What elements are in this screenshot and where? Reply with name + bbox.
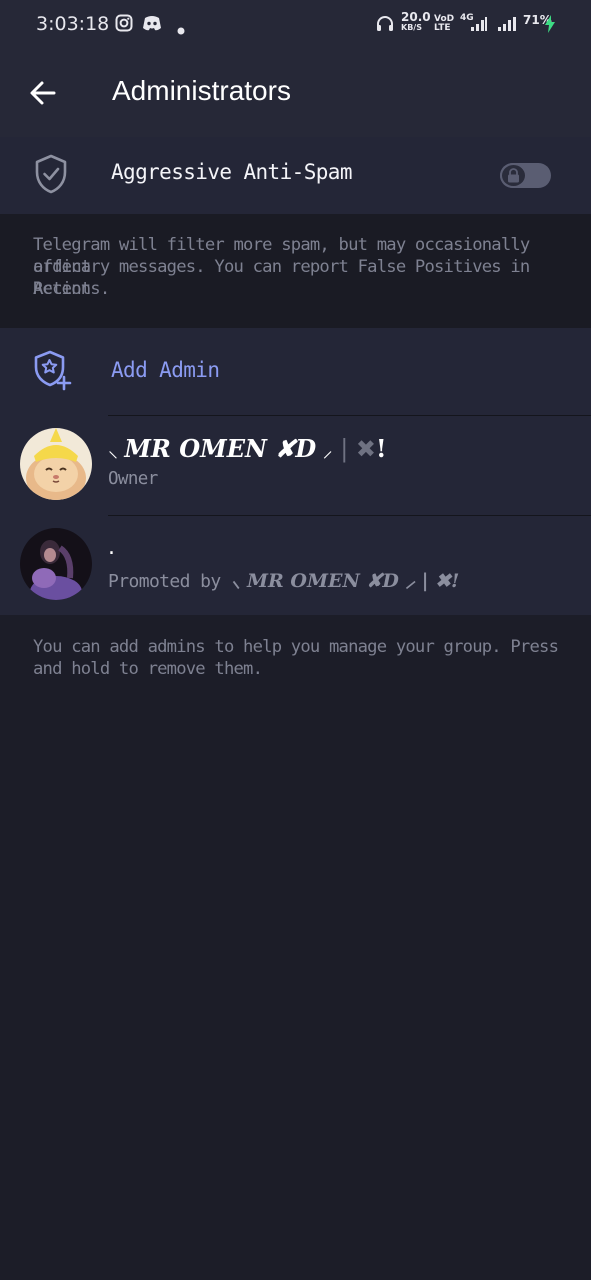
volte-badge: VoD LTE xyxy=(434,14,455,33)
promoted-by-text: Promoted by ⸜ MR OMEN ✘D ⸝ | ✖! xyxy=(108,570,460,592)
anti-spam-label: Aggressive Anti-Spam xyxy=(111,160,352,184)
lock-icon xyxy=(500,163,527,188)
signal-icon-2 xyxy=(497,16,517,36)
dot-icon xyxy=(177,20,185,39)
shield-star-add-icon xyxy=(33,349,73,395)
anti-spam-info-line-3: Actions. xyxy=(33,279,110,299)
admin-row-owner[interactable]: ⸜ MR OMEN ✘D ⸝ | ✖! Owner xyxy=(0,415,591,515)
anti-spam-toggle[interactable] xyxy=(500,163,551,188)
admins-section: Add Admin ⸜ MR OMEN ✘D ⸝ | ✖! Owner . Pr… xyxy=(0,328,591,615)
anti-spam-row[interactable]: Aggressive Anti-Spam xyxy=(0,137,591,214)
instagram-icon xyxy=(115,14,133,36)
back-arrow-icon[interactable] xyxy=(28,78,58,108)
add-admin-button[interactable]: Add Admin xyxy=(0,328,591,415)
admins-info-line-1: You can add admins to help you manage yo… xyxy=(33,637,559,657)
owner-role: Owner xyxy=(108,469,158,489)
status-bar: 3:03:18 20.0 KB/S VoD LTE 4G 71% xyxy=(0,0,591,50)
charging-icon xyxy=(545,15,555,37)
discord-icon xyxy=(142,14,162,36)
avatar-cat xyxy=(20,428,92,500)
page-title: Administrators xyxy=(112,75,291,106)
net-speed: 20.0 KB/S xyxy=(401,10,431,32)
shield-check-icon xyxy=(34,154,68,198)
headphones-icon xyxy=(376,15,394,37)
app-bar: Administrators xyxy=(0,50,591,137)
avatar-girl xyxy=(20,528,92,600)
owner-name: ⸜ MR OMEN ✘D ⸝ | ✖! xyxy=(108,434,387,463)
promoted-admin-name: . xyxy=(108,535,115,560)
anti-spam-info: Telegram will filter more spam, but may … xyxy=(0,214,591,328)
admin-row-promoted[interactable]: . Promoted by ⸜ MR OMEN ✘D ⸝ | ✖! xyxy=(0,515,591,615)
admins-info-line-2: and hold to remove them. xyxy=(33,659,263,679)
admins-info: You can add admins to help you manage yo… xyxy=(0,615,591,1280)
status-time: 3:03:18 xyxy=(36,13,110,35)
add-admin-label: Add Admin xyxy=(111,358,220,382)
signal-icon xyxy=(470,16,488,36)
anti-spam-info-line-2: ordinary messages. You can report False … xyxy=(33,257,530,299)
